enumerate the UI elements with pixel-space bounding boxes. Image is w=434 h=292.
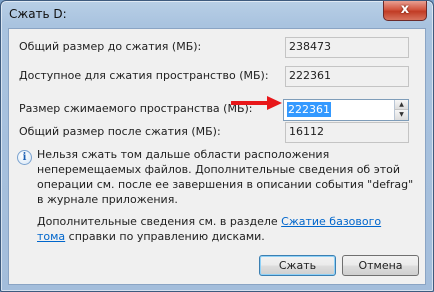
spin-up-icon[interactable]: ▲ (394, 100, 408, 110)
total-after-value: 16112 (285, 122, 409, 143)
spin-down-icon[interactable]: ▼ (394, 110, 408, 120)
shrink-button[interactable]: Сжать (259, 255, 336, 276)
more-info-suffix: справки по управлению дисками. (65, 230, 265, 243)
total-before-text: 238473 (289, 40, 331, 53)
close-icon: x (400, 2, 410, 17)
window-title: Сжать D: (9, 7, 67, 21)
more-info-prefix: Дополнительные сведения см. в разделе (37, 215, 282, 228)
title-bar[interactable]: Сжать D: x (1, 1, 433, 27)
total-after-label: Общий размер после сжатия (МБ): (19, 125, 221, 138)
shrink-amount-selected-text: 222361 (287, 102, 331, 117)
close-button[interactable]: x (383, 1, 427, 21)
available-value: 222361 (285, 66, 409, 87)
available-text: 222361 (289, 69, 331, 82)
total-before-value: 238473 (285, 37, 409, 58)
info-icon: i (17, 150, 32, 165)
available-label: Доступное для сжатия пространство (МБ): (19, 69, 269, 82)
cancel-button[interactable]: Отмена (342, 255, 419, 276)
shrink-dialog: Сжать D: x Общий размер до сжатия (МБ): … (0, 0, 434, 292)
info-message: Нельзя сжать том дальше области располож… (37, 148, 414, 206)
dialog-body: Общий размер до сжатия (МБ): 238473 Дост… (8, 28, 426, 285)
total-before-label: Общий размер до сжатия (МБ): (19, 40, 202, 53)
shrink-amount-label: Размер сжимаемого пространства (МБ): (19, 102, 253, 115)
shrink-amount-spinner[interactable]: ▲ ▼ (394, 100, 408, 120)
red-arrow-icon (231, 96, 282, 110)
total-after-text: 16112 (289, 125, 324, 138)
more-info-text: Дополнительные сведения см. в разделе Сж… (37, 214, 412, 244)
shrink-amount-input[interactable]: 222361 ▲ ▼ (283, 99, 409, 121)
